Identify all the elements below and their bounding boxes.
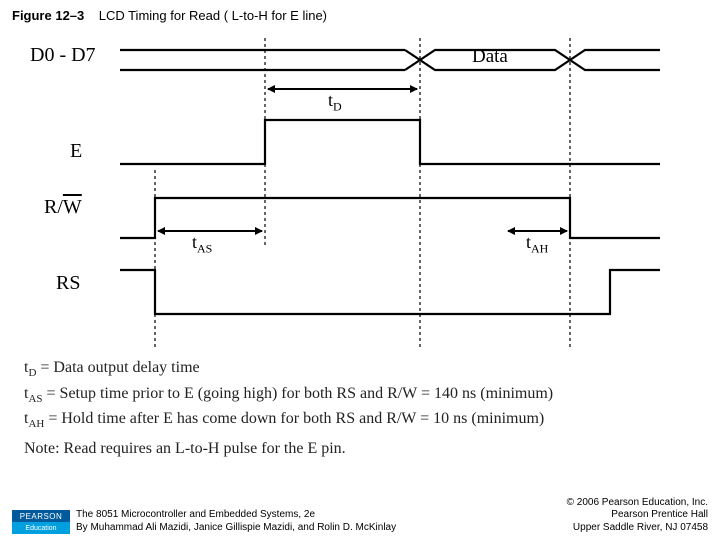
def-tah: tAH = Hold time after E has come down fo… [24,407,553,433]
figure-number: Figure 12–3 [12,8,84,23]
timing-diagram: D0 - D7 E R/W RS t [20,38,700,348]
label-data: Data [472,46,508,68]
timing-definitions: tD = Data output delay time tAS = Setup … [24,356,553,433]
footer: PEARSON Education The 8051 Microcontroll… [12,497,708,535]
tlabel-td: tD [328,90,342,115]
tlabel-tah: tAH [526,232,548,257]
label-rs: RS [56,272,80,295]
label-rw-r: R/ [44,196,63,218]
label-e: E [70,140,82,163]
label-rw-w: W [63,196,82,218]
label-rw: R/W [44,196,82,219]
footer-authors: By Muhammad Ali Mazidi, Janice Gillispie… [76,522,567,535]
pearson-logo: PEARSON Education [12,510,70,534]
waveform-svg [20,38,700,348]
label-d0d7: D0 - D7 [30,44,96,67]
footer-left: The 8051 Microcontroller and Embedded Sy… [76,509,567,534]
def-td: tD = Data output delay time [24,356,553,382]
arrow-td [268,88,417,90]
figure-title: LCD Timing for Read ( L-to-H for E line) [99,8,327,23]
pearson-logo-bot: Education [12,522,70,534]
pearson-logo-top: PEARSON [12,510,70,522]
tlabel-tas: tAS [192,232,212,257]
footer-right: © 2006 Pearson Education, Inc. Pearson P… [567,497,708,535]
figure-header: Figure 12–3 LCD Timing for Read ( L-to-H… [12,8,327,23]
footer-copyright: © 2006 Pearson Education, Inc. [567,497,708,510]
footer-imprint: Pearson Prentice Hall [567,509,708,522]
footer-book: The 8051 Microcontroller and Embedded Sy… [76,509,567,522]
footer-address: Upper Saddle River, NJ 07458 [567,522,708,535]
def-tas: tAS = Setup time prior to E (going high)… [24,382,553,408]
figure-note: Note: Read requires an L-to-H pulse for … [24,440,346,458]
